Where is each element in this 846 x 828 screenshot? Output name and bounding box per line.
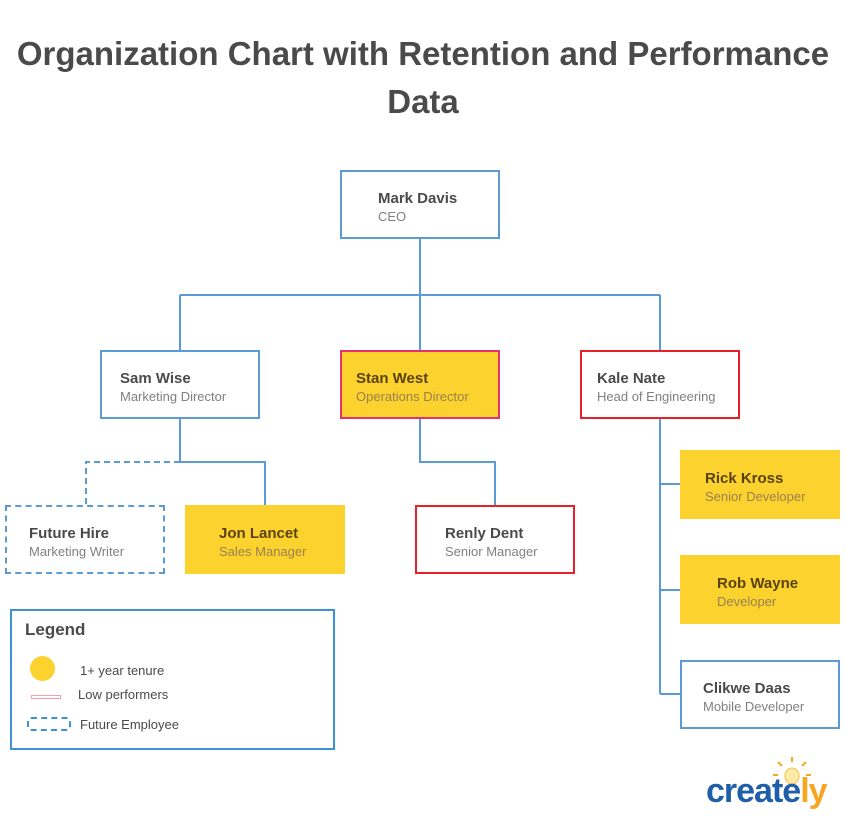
node-name: Renly Dent <box>445 525 524 542</box>
node-role: Senior Manager <box>445 544 538 559</box>
node-name: Kale Nate <box>597 370 666 387</box>
legend: Legend 1+ year tenure Low performers Fut… <box>10 609 335 750</box>
node-role: Marketing Director <box>120 389 227 404</box>
node-clikwe-daas[interactable]: Clikwe Daas Mobile Developer <box>680 660 840 729</box>
node-name: Rob Wayne <box>717 575 799 592</box>
creately-logo: creately <box>706 756 836 816</box>
node-kale-nate[interactable]: Kale Nate Head of Engineering <box>580 350 740 419</box>
connector-to-future-hire <box>85 461 180 505</box>
logo-text-main: create <box>706 772 801 810</box>
node-name: Rick Kross <box>705 470 784 487</box>
node-future-hire[interactable]: Future Hire Marketing Writer <box>5 505 165 574</box>
node-jon-lancet[interactable]: Jon Lancet Sales Manager <box>185 505 345 574</box>
legend-item-future-employee: Future Employee <box>80 717 179 732</box>
node-role: Sales Manager <box>219 544 307 559</box>
legend-item-tenure: 1+ year tenure <box>80 663 165 678</box>
node-rob-wayne[interactable]: Rob Wayne Developer <box>680 555 840 624</box>
tenure-swatch-icon <box>30 656 55 681</box>
low-performer-swatch-icon <box>31 695 61 699</box>
node-name: Stan West <box>356 370 429 387</box>
node-rick-kross[interactable]: Rick Kross Senior Developer <box>680 450 840 519</box>
node-role: Developer <box>717 594 777 609</box>
node-stan-west[interactable]: Stan West Operations Director <box>340 350 500 419</box>
node-mark-davis[interactable]: Mark Davis CEO <box>340 170 500 239</box>
node-name: Jon Lancet <box>219 525 299 542</box>
node-name: Mark Davis <box>378 190 458 207</box>
logo-text-accent: ly <box>800 772 827 810</box>
node-renly-dent[interactable]: Renly Dent Senior Manager <box>415 505 575 574</box>
node-role: Marketing Writer <box>29 544 125 559</box>
legend-item-low-performers: Low performers <box>78 687 169 702</box>
future-employee-swatch-icon <box>27 717 71 731</box>
node-role: CEO <box>378 209 407 224</box>
node-role: Head of Engineering <box>597 389 716 404</box>
node-role: Senior Developer <box>705 489 806 504</box>
connector-to-jon-lancet <box>179 418 266 505</box>
legend-title: Legend <box>25 620 86 639</box>
node-name: Clikwe Daas <box>703 680 791 697</box>
node-sam-wise[interactable]: Sam Wise Marketing Director <box>100 350 260 419</box>
node-name: Future Hire <box>29 525 110 542</box>
node-name: Sam Wise <box>120 370 191 387</box>
connector-to-renly-dent <box>419 418 496 505</box>
node-role: Operations Director <box>356 389 469 404</box>
node-role: Mobile Developer <box>703 699 805 714</box>
